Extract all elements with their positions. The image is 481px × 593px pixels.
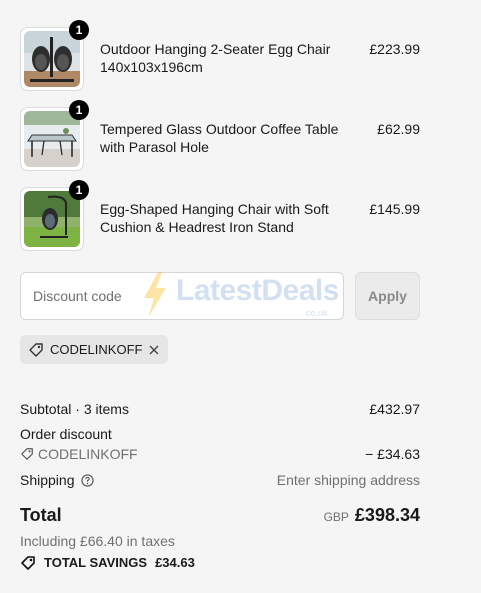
product-thumbnail: 1 (20, 20, 89, 91)
order-discount-label: Order discount (20, 426, 112, 442)
quantity-badge: 1 (69, 180, 89, 200)
product-price: £223.99 (369, 41, 420, 57)
quantity-badge: 1 (69, 100, 89, 120)
total-currency: GBP (323, 510, 349, 524)
subtotal-label: Subtotal · 3 items (20, 401, 129, 417)
total-savings-row: TOTAL SAVINGS £34.63 (20, 554, 420, 572)
discount-code-input[interactable] (20, 272, 344, 320)
order-discount-row: Order discount (20, 425, 420, 443)
savings-label: TOTAL SAVINGS (44, 555, 148, 570)
tag-icon (20, 555, 36, 571)
line-item: 1 Egg-Shaped Hanging Chair with Soft Cus… (20, 180, 420, 251)
discount-code-row: CODELINKOFF − £34.63 (20, 445, 420, 465)
applied-discount-tag: CODELINKOFF (20, 335, 169, 364)
shipping-value: Enter shipping address (276, 472, 420, 488)
applied-code-label: CODELINKOFF (50, 342, 143, 357)
total-row: Total GBP £398.34 (20, 506, 420, 530)
subtotal-row: Subtotal · 3 items £432.97 (20, 400, 420, 418)
discount-value: − £34.63 (365, 446, 420, 462)
product-thumbnail: 1 (20, 100, 89, 171)
product-price: £62.99 (377, 121, 420, 137)
tax-note: Including £66.40 in taxes (20, 533, 175, 549)
subtotal-value: £432.97 (369, 401, 420, 417)
discount-code-info: CODELINKOFF (20, 445, 138, 463)
help-icon[interactable] (80, 473, 94, 487)
total-label: Total (20, 505, 62, 525)
shipping-label-group: Shipping (20, 471, 94, 489)
total-value: £398.34 (354, 505, 420, 525)
product-title: Tempered Glass Outdoor Coffee Table with… (100, 121, 339, 155)
tag-icon (28, 342, 44, 358)
product-thumbnail: 1 (20, 180, 89, 251)
hanging-chair-image (24, 191, 80, 247)
product-title: Outdoor Hanging 2-Seater Egg Chair 140x1… (100, 41, 331, 75)
product-title: Egg-Shaped Hanging Chair with Soft Cushi… (100, 201, 329, 235)
shipping-label: Shipping (20, 472, 75, 488)
tag-icon (20, 447, 34, 461)
line-item: 1 Outdoor Hanging 2-Seater Egg Chair 140… (20, 20, 420, 91)
quantity-badge: 1 (69, 20, 89, 40)
total-amount-group: GBP £398.34 (324, 506, 420, 526)
egg-chair-image (24, 31, 80, 87)
apply-discount-button[interactable]: Apply (355, 272, 420, 320)
line-item: 1 Tempered Glass Outdoor Coffee Table wi… (20, 100, 420, 171)
product-price: £145.99 (369, 201, 420, 217)
coffee-table-image (24, 111, 80, 167)
shipping-row: Shipping Enter shipping address (20, 471, 420, 489)
discount-code-text: CODELINKOFF (38, 446, 138, 462)
remove-code-icon[interactable] (148, 344, 160, 356)
savings-value: £34.63 (155, 555, 195, 570)
